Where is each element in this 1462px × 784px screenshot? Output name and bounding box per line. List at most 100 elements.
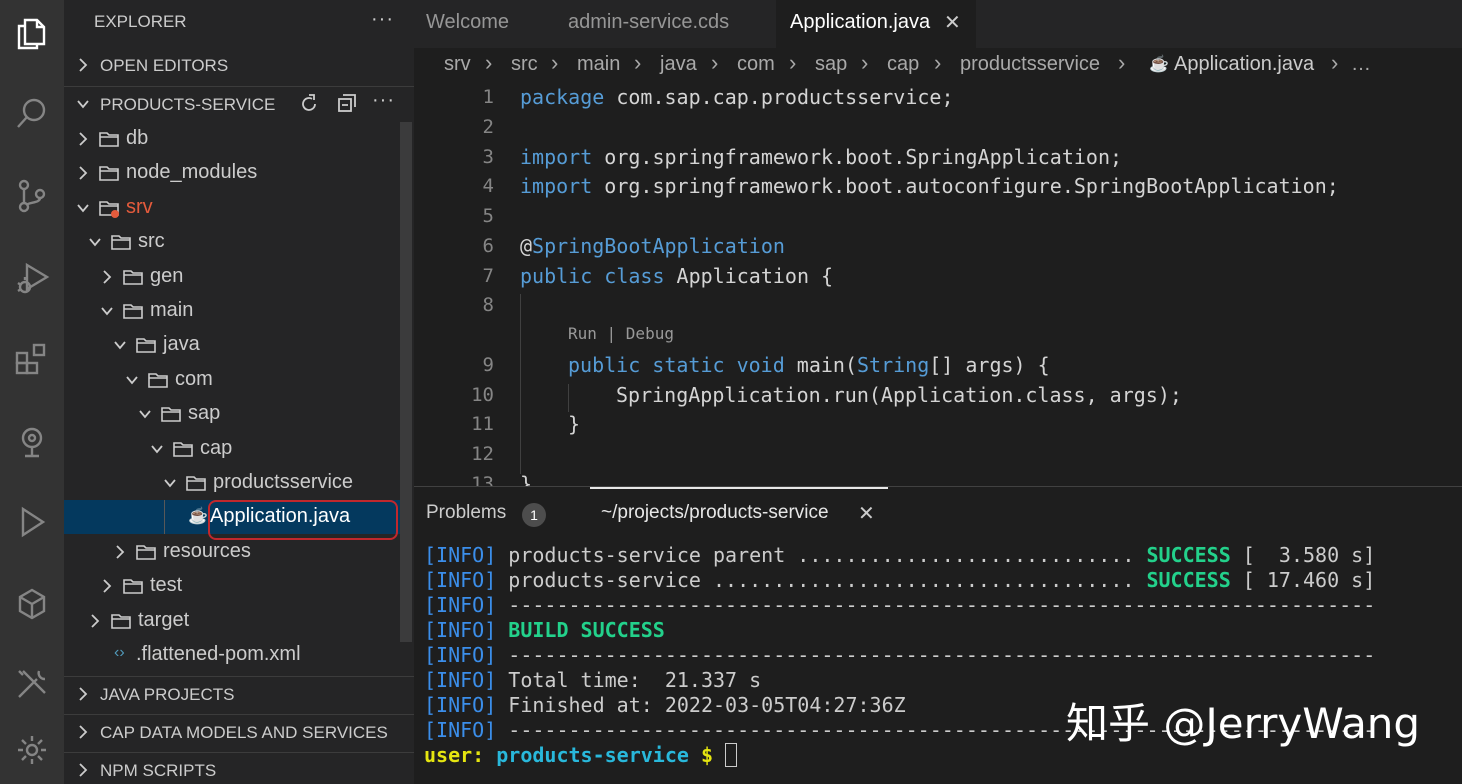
breadcrumb-segment[interactable]: com [737,53,775,76]
tree-folder-target[interactable]: target [64,604,400,638]
terminal-prompt[interactable]: user: products-service $ [424,743,738,767]
keyword: import [520,145,593,169]
breadcrumb: srv › src › main › java › com › sap › cap › productsse… [414,48,1462,82]
tab-terminal[interactable]: ~/projects/products-service [601,502,829,524]
settings-gear-icon[interactable] [8,726,56,774]
chevron-right-icon [79,58,88,72]
java-projects-label: JAVA PROJECTS [100,685,235,704]
chevron-right-icon: › [711,50,719,75]
terminal-line: [INFO] BUILD SUCCESS [424,618,665,642]
folder-icon [136,338,156,353]
folder-icon [173,442,193,457]
java-projects-section[interactable]: JAVA PROJECTS [64,676,414,710]
code-editor[interactable]: 1 2 3 4 5 6 7 8 9 10 11 12 13 package co… [414,82,1462,486]
tree-item-label: srv [126,196,153,218]
tree-indent-guide [164,500,165,534]
tree-folder-srv[interactable]: srv [64,191,400,225]
tree-folder-productsservice[interactable]: productsservice [64,466,400,500]
collapse-all-icon[interactable] [336,93,358,115]
tab-admin-service[interactable]: admin-service.cds [554,0,774,48]
folder-icon [123,304,143,319]
terminal-line: [INFO] ---------------------------------… [424,593,1375,617]
breadcrumb-segment[interactable]: src [511,53,538,76]
sidebar-scrollbar[interactable] [400,122,412,642]
extensions-icon[interactable] [8,336,56,384]
tools-icon[interactable] [8,660,56,708]
tree-file--flattened-pom-xml[interactable]: ‹› .flattened-pom.xml [64,638,400,672]
breadcrumb-segment[interactable]: productsservice [960,53,1100,76]
code-line-6: @SpringBootApplication [520,234,785,258]
open-editors-section[interactable]: OPEN EDITORS [64,48,414,82]
breadcrumb-segment[interactable]: cap [887,53,919,76]
tree-folder-test[interactable]: test [64,569,400,603]
chevron-right-icon: › [934,50,942,75]
info-tag: [INFO] [424,593,497,617]
code-line-7: public class Application { [520,264,833,288]
info-tag: [INFO] [424,668,497,692]
line-number: 7 [482,265,494,287]
project-section[interactable]: PRODUCTS-SERVICE ··· [64,86,414,120]
breadcrumb-segment[interactable]: java [660,53,697,76]
breadcrumb-file[interactable]: Application.java [1174,53,1314,76]
tab-label: Welcome [426,11,509,33]
tab-welcome[interactable]: Welcome [414,0,554,48]
tree-item-label: target [138,609,190,631]
search-icon[interactable] [8,90,56,138]
cap-models-label: CAP DATA MODELS AND SERVICES [100,723,388,742]
terminal-text: Finished at: 2022-03-05T04:27:36Z [496,693,906,717]
line-number: 3 [482,146,494,168]
tree-item-label: resources [163,540,251,562]
codelens-run-debug[interactable]: Run | Debug [568,324,674,343]
tab-problems[interactable]: Problems [426,502,506,524]
tree-folder-db[interactable]: db [64,122,400,156]
npm-scripts-section[interactable]: NPM SCRIPTS [64,752,414,784]
tree-item-label: gen [150,265,184,287]
line-number: 9 [482,354,494,376]
more-actions-icon[interactable]: ··· [371,8,394,31]
tree-folder-gen[interactable]: gen [64,260,400,294]
tree-folder-main[interactable]: main [64,294,400,328]
run-debug-icon[interactable] [8,254,56,302]
chevron-right-icon: › [1331,50,1339,75]
tree-folder-src[interactable]: src [64,225,400,259]
tree-folder-sap[interactable]: sap [64,397,400,431]
keyword: public class [520,264,665,288]
tab-application-java[interactable]: Application.java ✕ [776,0,976,48]
breadcrumb-segment[interactable]: srv [444,53,471,76]
tree-folder-cap[interactable]: cap [64,432,400,466]
source-control-icon[interactable] [8,172,56,220]
tree-folder-node-modules[interactable]: node_modules [64,156,400,190]
terminal-text: Total time: 21.337 s [496,668,762,692]
chevron-right-icon: › [861,50,869,75]
remote-explorer-icon[interactable] [8,418,56,466]
refresh-icon[interactable] [298,93,320,115]
run-icon[interactable] [8,498,56,546]
indent-guide [568,384,569,412]
prompt-dir: products-service [484,743,689,767]
tree-folder-resources[interactable]: resources [64,535,400,569]
close-icon[interactable]: ✕ [944,10,961,35]
close-icon[interactable]: ✕ [858,501,875,526]
tree-folder-com[interactable]: com [64,363,400,397]
code-text: Application { [664,264,834,288]
chevron-right-icon [103,270,112,284]
project-more-icon[interactable]: ··· [372,89,395,112]
explorer-icon[interactable] [8,10,56,58]
terminal-text: products-service parent ................… [496,543,1147,567]
breadcrumb-more[interactable]: … [1351,53,1371,76]
tree-item-label: sap [188,402,221,424]
breadcrumb-segment[interactable]: main [577,53,620,76]
cloud-icon[interactable] [8,580,56,628]
breadcrumb-segment[interactable]: sap [815,53,847,76]
folder-icon [161,407,181,422]
tree-folder-java[interactable]: java [64,328,400,362]
cap-models-section[interactable]: CAP DATA MODELS AND SERVICES [64,714,414,748]
indent-guide [520,294,521,474]
terminal-text: [ 17.460 s] [1230,568,1376,592]
chevron-down-icon [89,238,101,247]
code-line-10: SpringApplication.run(Application.class,… [616,383,1182,407]
code-line-3: import org.springframework.boot.SpringAp… [520,145,1122,169]
chevron-down-icon [101,307,113,316]
code-text: main( [784,353,857,377]
code-line-13: } [520,472,533,486]
